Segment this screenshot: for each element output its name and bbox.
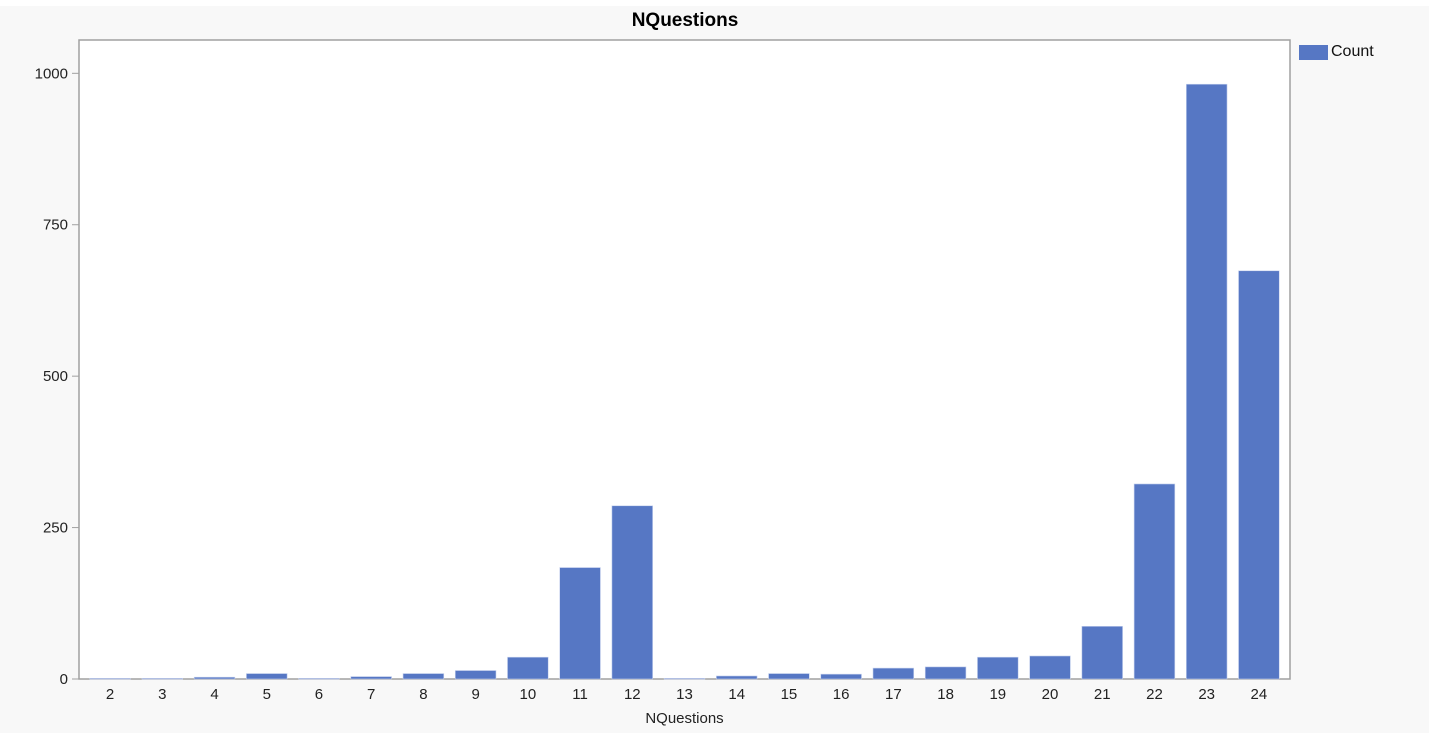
x-tick-label-22: 22 (1146, 686, 1163, 703)
bar-7 (350, 676, 392, 680)
plot-area (78, 39, 1291, 680)
bar-3 (141, 678, 183, 680)
x-tick-label-8: 8 (419, 686, 427, 703)
bar-14 (716, 675, 758, 680)
x-tick-label-11: 11 (572, 686, 588, 703)
bar-22 (1133, 483, 1176, 680)
bar-24 (1238, 270, 1280, 680)
y-axis: 0 250 500 750 1000 (35, 65, 79, 688)
y-tick-label-250: 250 (43, 520, 68, 537)
bar-18 (924, 666, 967, 680)
legend: Count (1299, 43, 1374, 61)
x-tick-label-2: 2 (106, 686, 114, 703)
legend-swatch-count (1299, 44, 1328, 60)
x-tick-label-24: 24 (1251, 686, 1268, 703)
bar-12 (611, 505, 653, 680)
x-tick-label-21: 21 (1094, 686, 1111, 703)
bar-8 (402, 673, 445, 680)
x-tick-label-16: 16 (833, 686, 850, 703)
y-tick-label-1000: 1000 (35, 65, 68, 82)
x-axis: 2 3 4 5 6 7 8 9 10 11 12 13 14 15 16 17 18 19 20 21 22 23 24 (106, 686, 1267, 703)
bar-9 (454, 670, 497, 680)
chart-plot: 02505007501000 2 3 4 5 6 7 8 9 10 11 12 13 14 15 16 17 1… (35, 39, 1291, 727)
bar-23 (1186, 83, 1228, 680)
bar-2 (89, 678, 131, 680)
x-tick-label-3: 3 (158, 686, 166, 703)
x-tick-label-9: 9 (471, 686, 479, 703)
x-tick-label-18: 18 (937, 686, 954, 703)
x-tick-label-20: 20 (1042, 686, 1059, 703)
y-tick-label-750: 750 (43, 217, 68, 234)
x-tick-label-6: 6 (315, 686, 323, 703)
legend-label-count: Count (1331, 43, 1374, 60)
bar-19 (977, 656, 1019, 680)
bar-10 (507, 656, 549, 680)
bar-16 (820, 673, 862, 680)
x-tick-label-5: 5 (263, 686, 271, 703)
bar-15 (768, 673, 810, 680)
x-tick-label-4: 4 (210, 686, 218, 703)
bar-17 (872, 667, 915, 680)
bar-11 (559, 567, 601, 680)
y-tick-label-0: 0 (60, 671, 68, 688)
y-tick-label-500: 500 (43, 368, 68, 385)
x-tick-label-10: 10 (520, 686, 537, 703)
x-tick-label-14: 14 (728, 686, 745, 703)
bar-13 (663, 678, 706, 680)
x-tick-label-23: 23 (1198, 686, 1215, 703)
bar-6 (298, 678, 340, 680)
x-tick-label-15: 15 (781, 686, 798, 703)
bar-4 (193, 676, 236, 680)
bar-5 (246, 673, 288, 680)
bar-21 (1081, 626, 1123, 680)
x-tick-label-17: 17 (885, 686, 902, 703)
x-tick-label-13: 13 (676, 686, 693, 703)
x-tick-label-19: 19 (989, 686, 1006, 703)
x-tick-label-12: 12 (624, 686, 641, 703)
x-axis-title: NQuestions (645, 710, 723, 727)
bar-20 (1029, 655, 1071, 680)
x-tick-label-7: 7 (367, 686, 375, 703)
